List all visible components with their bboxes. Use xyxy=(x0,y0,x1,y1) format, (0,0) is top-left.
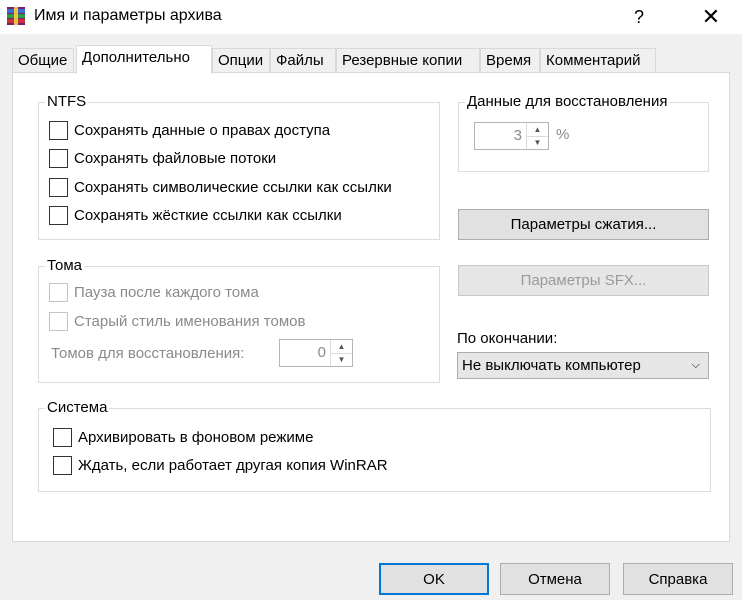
on-finish-value: Не выключать компьютер xyxy=(462,357,641,374)
recovery-group-title: Данные для восстановления xyxy=(465,93,670,110)
ntfs-option-permissions[interactable]: Сохранять данные о правах доступа xyxy=(49,121,330,140)
tab-files[interactable]: Файлы xyxy=(270,48,336,73)
recovery-group: Данные для восстановления 3 ▲ ▼ % xyxy=(458,93,709,172)
tab-time[interactable]: Время xyxy=(480,48,540,73)
ok-button[interactable]: OK xyxy=(379,563,489,595)
old-naming-option[interactable]: Старый стиль именования томов xyxy=(49,312,305,331)
ntfs-group-title: NTFS xyxy=(45,93,89,110)
percent-unit: % xyxy=(556,126,570,143)
ntfs-group: NTFS Сохранять данные о правах доступа С… xyxy=(38,93,440,240)
ntfs-option-streams[interactable]: Сохранять файловые потоки xyxy=(49,149,276,168)
winrar-app-icon xyxy=(7,7,25,25)
checkbox[interactable] xyxy=(49,121,68,140)
checkbox[interactable] xyxy=(49,206,68,225)
stepper-value: 0 xyxy=(317,344,326,361)
ntfs-option-symlinks[interactable]: Сохранять символические ссылки как ссылк… xyxy=(49,178,392,197)
ntfs-option-hardlinks[interactable]: Сохранять жёсткие ссылки как ссылки xyxy=(49,206,342,225)
checkbox-label: Сохранять файловые потоки xyxy=(74,150,277,167)
chevron-up-icon[interactable]: ▲ xyxy=(527,123,548,137)
advanced-panel: NTFS Сохранять данные о правах доступа С… xyxy=(12,72,730,542)
checkbox-label: Старый стиль именования томов xyxy=(74,313,306,330)
cancel-button[interactable]: Отмена xyxy=(500,563,610,595)
volumes-group: Тома Пауза после каждого тома Старый сти… xyxy=(38,257,440,383)
checkbox-label: Сохранять символические ссылки как ссылк… xyxy=(74,179,392,196)
chevron-down-icon: ⌵ xyxy=(691,359,700,371)
on-finish-select[interactable]: Не выключать компьютер ⌵ xyxy=(457,352,709,379)
stepper-arrows[interactable]: ▲ ▼ xyxy=(526,123,548,149)
checkbox-label: Ждать, если работает другая копия WinRAR xyxy=(78,457,388,474)
sfx-params-button[interactable]: Параметры SFX... xyxy=(458,265,709,296)
chevron-down-icon[interactable]: ▼ xyxy=(331,354,352,367)
tab-general[interactable]: Общие xyxy=(12,48,74,73)
help-button[interactable]: Справка xyxy=(623,563,733,595)
checkbox[interactable] xyxy=(49,312,68,331)
tab-advanced[interactable]: Дополнительно xyxy=(76,45,212,74)
tab-comment[interactable]: Комментарий xyxy=(540,48,656,73)
wait-other-copy-option[interactable]: Ждать, если работает другая копия WinRAR xyxy=(53,456,388,475)
pause-after-volume-option[interactable]: Пауза после каждого тома xyxy=(49,283,259,302)
system-group: Система Архивировать в фоновом режиме Жд… xyxy=(38,399,711,492)
checkbox-label: Архивировать в фоновом режиме xyxy=(78,429,314,446)
chevron-down-icon[interactable]: ▼ xyxy=(527,137,548,150)
checkbox-label: Сохранять данные о правах доступа xyxy=(74,122,331,139)
checkbox-label: Сохранять жёсткие ссылки как ссылки xyxy=(74,207,342,224)
volumes-group-title: Тома xyxy=(45,257,84,274)
recovery-volumes-label: Томов для восстановления: xyxy=(51,345,245,362)
compression-params-button[interactable]: Параметры сжатия... xyxy=(458,209,709,240)
stepper-value: 3 xyxy=(513,127,522,144)
tab-options[interactable]: Опции xyxy=(212,48,270,73)
on-finish-label: По окончании: xyxy=(457,330,558,347)
window-title: Имя и параметры архива xyxy=(34,7,222,24)
stepper-arrows[interactable]: ▲ ▼ xyxy=(330,340,352,366)
system-group-title: Система xyxy=(45,399,110,416)
recovery-percent-stepper[interactable]: 3 ▲ ▼ xyxy=(474,122,549,150)
title-bar: Имя и параметры архива ? ✕ xyxy=(0,0,742,34)
chevron-up-icon[interactable]: ▲ xyxy=(331,340,352,354)
help-icon[interactable]: ? xyxy=(616,0,662,34)
checkbox[interactable] xyxy=(53,456,72,475)
tab-backup[interactable]: Резервные копии xyxy=(336,48,480,73)
checkbox-label: Пауза после каждого тома xyxy=(74,284,259,301)
recovery-volumes-stepper[interactable]: 0 ▲ ▼ xyxy=(279,339,353,367)
checkbox[interactable] xyxy=(49,283,68,302)
close-icon[interactable]: ✕ xyxy=(688,0,734,34)
checkbox[interactable] xyxy=(53,428,72,447)
checkbox[interactable] xyxy=(49,178,68,197)
background-mode-option[interactable]: Архивировать в фоновом режиме xyxy=(53,428,313,447)
checkbox[interactable] xyxy=(49,149,68,168)
